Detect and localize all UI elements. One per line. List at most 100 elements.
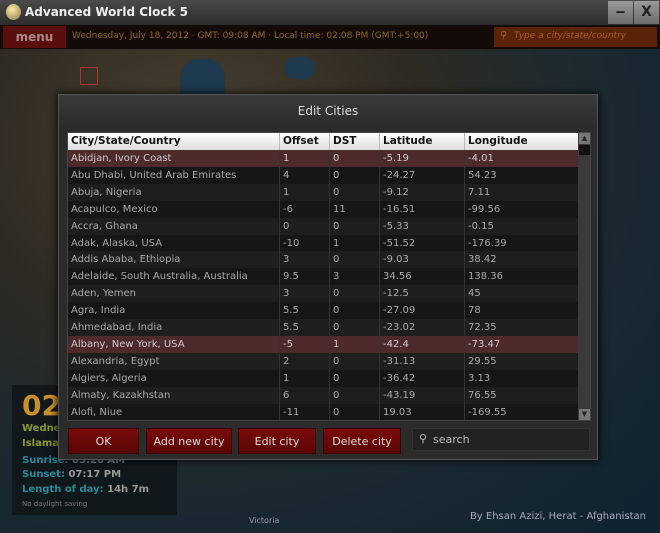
cell-dst: 11 <box>330 200 380 218</box>
cell-dst: 0 <box>330 352 380 370</box>
cell-city: Alexandria, Egypt <box>68 352 280 370</box>
cell-longitude: 45 <box>468 288 481 300</box>
scroll-up-icon[interactable]: ▲ <box>579 133 590 144</box>
cell-city: Alofi, Niue <box>68 403 280 420</box>
table-row[interactable]: Alofi, Niue -11 0 19.03 -169.55 <box>68 403 578 420</box>
cell-city: Accra, Ghana <box>68 217 280 235</box>
table-row[interactable]: Agra, India 5.5 0 -27.09 78 <box>68 302 578 320</box>
column-header-longitude[interactable]: Longitude <box>465 133 578 150</box>
day-length-value: 14h 7m <box>107 484 150 495</box>
column-header-latitude[interactable]: Latitude <box>380 133 465 150</box>
cell-latitude: -23.02 <box>380 319 465 336</box>
cell-latitude: -31.13 <box>380 352 465 370</box>
table-row[interactable]: Algiers, Algeria 1 0 -36.42 3.13 <box>68 369 578 387</box>
day-length-label: Length of day: <box>22 484 104 495</box>
cell-latitude: 19.03 <box>380 403 465 420</box>
cell-dst: 0 <box>330 319 380 336</box>
cell-dst: 1 <box>330 335 380 353</box>
cell-dst: 0 <box>330 302 380 320</box>
search-placeholder: search <box>433 433 470 446</box>
cell-offset: 9.5 <box>280 268 330 286</box>
table-row[interactable]: Albany, New York, USA -5 1 -42.4 -73.47 <box>68 335 578 353</box>
table-row[interactable]: Accra, Ghana 0 0 -5.33 -0.15 <box>68 217 578 235</box>
cell-city: Acapulco, Mexico <box>68 200 280 218</box>
cell-latitude: -36.42 <box>380 369 465 387</box>
table-row[interactable]: Acapulco, Mexico -6 11 -16.51 -99.56 <box>68 200 578 218</box>
scroll-thumb[interactable] <box>579 145 590 155</box>
sunset-label: Sunset: <box>22 469 65 480</box>
cell-dst: 3 <box>330 268 380 286</box>
cell-latitude: -42.4 <box>380 335 465 353</box>
cell-longitude: 29.55 <box>468 355 497 367</box>
cell-city: Ahmedabad, India <box>68 319 280 336</box>
map-label-victoria: Victoria <box>249 516 280 525</box>
search-icon: ⚲ <box>500 30 508 41</box>
table-row[interactable]: Abu Dhabi, United Arab Emirates 4 0 -24.27 5… <box>68 166 578 184</box>
delete-city-button[interactable]: Delete city <box>323 428 401 454</box>
cell-city: Agra, India <box>68 302 280 320</box>
cell-longitude: 138.36 <box>468 271 503 283</box>
table-row[interactable]: Aden, Yemen 3 0 -12.5 45 <box>68 285 578 303</box>
dialog-title: Edit Cities <box>59 95 597 127</box>
cell-latitude: -51.52 <box>380 234 465 252</box>
cell-longitude: 38.42 <box>468 254 497 266</box>
cell-city: Abidjan, Ivory Coast <box>68 150 280 167</box>
cell-longitude: -176.39 <box>468 237 507 249</box>
cell-latitude: 34.56 <box>380 268 465 286</box>
cell-offset: -5 <box>280 335 330 353</box>
close-button[interactable]: X <box>634 1 659 24</box>
city-search-input[interactable]: ⚲ Type a city/state/country <box>494 27 657 47</box>
cell-offset: 1 <box>280 369 330 387</box>
cell-latitude: -9.12 <box>380 183 465 201</box>
cell-dst: 0 <box>330 386 380 404</box>
search-icon: ⚲ <box>419 432 428 445</box>
cell-city: Aden, Yemen <box>68 285 280 303</box>
cell-offset: 1 <box>280 183 330 201</box>
city-text: Islama <box>22 438 60 449</box>
table-row[interactable]: Abidjan, Ivory Coast 1 0 -5.19 -4.01 <box>68 150 578 167</box>
cell-city: Adak, Alaska, USA <box>68 234 280 252</box>
column-header-dst[interactable]: DST <box>330 133 380 150</box>
cell-longitude: 3.13 <box>468 372 491 384</box>
table-row[interactable]: Ahmedabad, India 5.5 0 -23.02 72.35 <box>68 319 578 336</box>
column-header-offset[interactable]: Offset <box>280 133 330 150</box>
cell-offset: -10 <box>280 234 330 252</box>
ok-button[interactable]: OK <box>68 428 139 454</box>
table-row[interactable]: Adelaide, South Australia, Australia 9.5 3… <box>68 268 578 286</box>
table-row[interactable]: Adak, Alaska, USA -10 1 -51.52 -176.39 <box>68 234 578 252</box>
column-header-city[interactable]: City/State/Country <box>68 133 280 150</box>
cell-longitude: -0.15 <box>468 220 494 232</box>
app-logo-icon <box>6 4 21 20</box>
search-input[interactable]: ⚲ search <box>412 428 590 451</box>
table-row[interactable]: Abuja, Nigeria 1 0 -9.12 7.11 <box>68 183 578 201</box>
add-new-city-button[interactable]: Add new city <box>146 428 232 454</box>
datetime-readout: Wednesday, July 18, 2012 · GMT: 09:08 AM… <box>72 31 429 41</box>
minimize-button[interactable]: ‒ <box>608 1 633 24</box>
sunset-value: 07:17 PM <box>68 469 122 480</box>
scrollbar[interactable]: ▲ ▼ <box>578 133 590 420</box>
table-row[interactable]: Alexandria, Egypt 2 0 -31.13 29.55 <box>68 352 578 370</box>
cell-longitude: 54.23 <box>468 169 497 181</box>
table-row[interactable]: Almaty, Kazakhstan 6 0 -43.19 76.55 <box>68 386 578 404</box>
cell-longitude: 76.55 <box>468 389 497 401</box>
cell-latitude: -27.09 <box>380 302 465 320</box>
title-bar: Advanced World Clock 5 ‒ X <box>0 0 660 25</box>
cell-dst: 0 <box>330 403 380 420</box>
cell-offset: 2 <box>280 352 330 370</box>
cell-city: Adelaide, South Australia, Australia <box>68 268 280 286</box>
menu-button[interactable]: menu <box>3 26 66 48</box>
edit-city-button[interactable]: Edit city <box>238 428 316 454</box>
scroll-down-icon[interactable]: ▼ <box>579 409 590 420</box>
cell-dst: 0 <box>330 217 380 235</box>
cell-longitude: -4.01 <box>468 153 494 164</box>
map-viewport-indicator <box>80 67 98 85</box>
cell-dst: 0 <box>330 150 380 167</box>
credit-text: By Ehsan Azizi, Herat - Afghanistan <box>469 511 646 522</box>
cell-latitude: -9.03 <box>380 251 465 269</box>
cell-offset: 3 <box>280 251 330 269</box>
cell-latitude: -43.19 <box>380 386 465 404</box>
cell-city: Addis Ababa, Ethiopia <box>68 251 280 269</box>
table-row[interactable]: Addis Ababa, Ethiopia 3 0 -9.03 38.42 <box>68 251 578 269</box>
cell-longitude: -73.47 <box>468 338 501 350</box>
cell-longitude: 78 <box>468 305 481 317</box>
